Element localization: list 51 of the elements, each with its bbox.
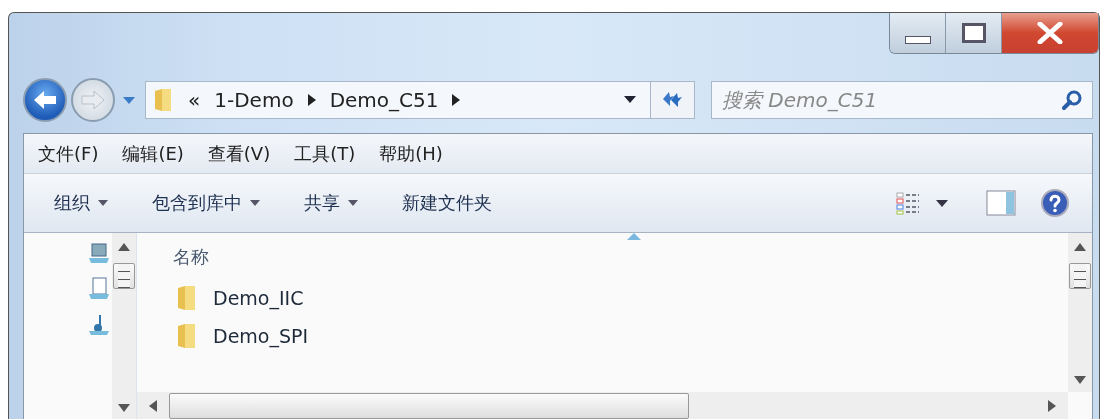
caret-icon[interactable] [250,200,260,206]
breadcrumb[interactable]: 1-Demo [214,88,294,112]
toolbar-button[interactable]: 新建文件夹 [392,187,502,219]
close-icon[interactable] [1035,22,1065,44]
scroll-up-icon[interactable] [118,243,130,251]
refresh-button[interactable] [650,82,694,118]
scroll-left-icon[interactable] [149,400,157,412]
scroll-down-icon[interactable] [118,404,130,412]
search-field[interactable]: 搜索 Demo_C51 [711,81,1093,119]
address-bar[interactable]: « 1-Demo Demo_C51 [145,81,695,119]
menu-item[interactable]: 文件(F) [38,141,99,166]
file-name[interactable]: Demo_SPI [213,325,309,347]
breadcrumb-arrow-icon[interactable] [452,94,461,106]
scroll-right-icon[interactable] [1048,400,1056,412]
menu-item[interactable]: 查看(V) [207,141,271,166]
toolbar-button[interactable]: 包含到库中 [142,187,270,219]
toolbar-button[interactable]: 共享 [294,187,368,219]
overflow-chevron[interactable]: « [188,88,201,112]
maximize-button[interactable] [946,13,1002,53]
music-icon [88,313,110,337]
vertical-scrollbar[interactable] [1068,233,1092,392]
scroll-thumb[interactable] [169,393,689,419]
close-button[interactable] [1002,13,1098,53]
caret-icon[interactable] [123,96,135,105]
document-icon [88,277,110,301]
column-header[interactable]: 名称 [173,245,627,269]
minimize-button[interactable] [890,13,946,53]
view-dropdown-icon[interactable] [936,199,948,207]
horizontal-scrollbar[interactable] [137,392,1068,419]
address-dropdown-icon[interactable] [624,96,636,104]
scroll-thumb[interactable] [1069,263,1091,289]
help-button[interactable] [1040,188,1070,218]
folder-icon [154,88,174,112]
scroll-down-icon[interactable] [1074,376,1086,384]
file-name[interactable]: Demo_IIC [213,287,304,309]
menu-item[interactable]: 编辑(E) [122,141,184,166]
view-options-button[interactable] [896,191,920,215]
menu-item[interactable]: 工具(T) [294,141,356,166]
computer-icon [88,243,110,265]
scroll-thumb[interactable] [113,263,135,289]
breadcrumb-arrow-icon[interactable] [307,94,316,106]
caret-icon[interactable] [98,200,108,206]
caret-icon[interactable] [348,200,358,206]
navigation-scrollbar[interactable] [112,233,136,419]
back-button[interactable] [23,78,67,122]
breadcrumb[interactable]: Demo_C51 [329,88,439,112]
menu-item[interactable]: 帮助(H) [379,141,443,166]
back-arrow-icon[interactable] [32,89,58,111]
search-icon[interactable] [1061,89,1083,111]
toolbar-button[interactable]: 组织 [44,187,118,219]
scroll-up-icon[interactable] [1074,243,1086,251]
